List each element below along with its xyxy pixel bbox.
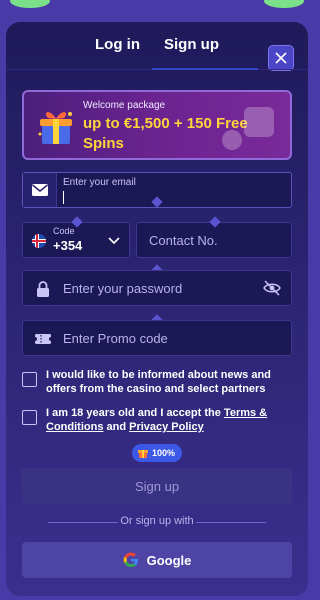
tab-login[interactable]: Log in bbox=[95, 36, 140, 53]
auth-tabs: Log in Sign up bbox=[6, 36, 308, 71]
country-code-label: Code bbox=[53, 226, 75, 236]
corner-glow-right bbox=[264, 0, 304, 8]
password-placeholder: Enter your password bbox=[63, 281, 183, 296]
news-consent-checkbox[interactable] bbox=[22, 372, 37, 387]
promo-code-field[interactable]: Enter Promo code bbox=[22, 320, 292, 356]
or-divider: Or sign up with bbox=[22, 515, 292, 529]
lock-icon bbox=[37, 281, 49, 297]
signup-modal: Log in Sign up Welcome package up to €1,… bbox=[6, 22, 308, 596]
email-icon-box bbox=[23, 173, 57, 207]
mail-icon bbox=[31, 184, 48, 196]
bonus-badge-text: 100% bbox=[152, 448, 176, 458]
password-field[interactable]: Enter your password bbox=[22, 270, 292, 306]
age-consent-and: and bbox=[103, 421, 130, 433]
tab-signup[interactable]: Sign up bbox=[164, 36, 219, 53]
age-consent-checkbox[interactable] bbox=[22, 410, 37, 425]
text-caret bbox=[63, 191, 64, 204]
google-icon bbox=[123, 552, 138, 568]
iceland-flag-icon bbox=[32, 234, 46, 248]
eye-off-icon[interactable] bbox=[263, 280, 281, 296]
signup-button[interactable]: Sign up bbox=[22, 468, 292, 504]
contact-placeholder: Contact No. bbox=[149, 233, 218, 248]
gift-icon bbox=[38, 112, 72, 144]
corner-glow-left bbox=[10, 0, 50, 8]
promo-placeholder: Enter Promo code bbox=[63, 331, 168, 346]
active-tab-indicator bbox=[152, 68, 258, 70]
ticket-icon bbox=[34, 334, 52, 344]
age-consent-prefix: I am 18 years old and I accept the bbox=[46, 407, 224, 419]
email-placeholder: Enter your email bbox=[63, 177, 136, 188]
banner-subtitle: Welcome package bbox=[83, 100, 166, 111]
google-signup-button[interactable]: Google bbox=[22, 542, 292, 578]
welcome-banner[interactable]: Welcome package up to €1,500 + 150 Free … bbox=[22, 90, 292, 160]
close-icon bbox=[275, 52, 287, 64]
gift-icon bbox=[138, 450, 148, 458]
news-consent-text: I would like to be informed about news a… bbox=[46, 369, 271, 395]
privacy-link[interactable]: Privacy Policy bbox=[129, 421, 204, 433]
divider-line bbox=[196, 522, 266, 523]
country-code-value: +354 bbox=[53, 238, 83, 253]
google-button-label: Google bbox=[146, 552, 192, 568]
tab-underline bbox=[6, 68, 308, 70]
dice-decoration-icon bbox=[222, 107, 274, 150]
chevron-down-icon bbox=[108, 237, 120, 245]
age-consent-text: I am 18 years old and I accept the Terms… bbox=[46, 406, 294, 434]
or-text: Or sign up with bbox=[120, 515, 194, 527]
bonus-badge: 100% bbox=[132, 444, 182, 462]
close-button[interactable] bbox=[268, 45, 294, 71]
